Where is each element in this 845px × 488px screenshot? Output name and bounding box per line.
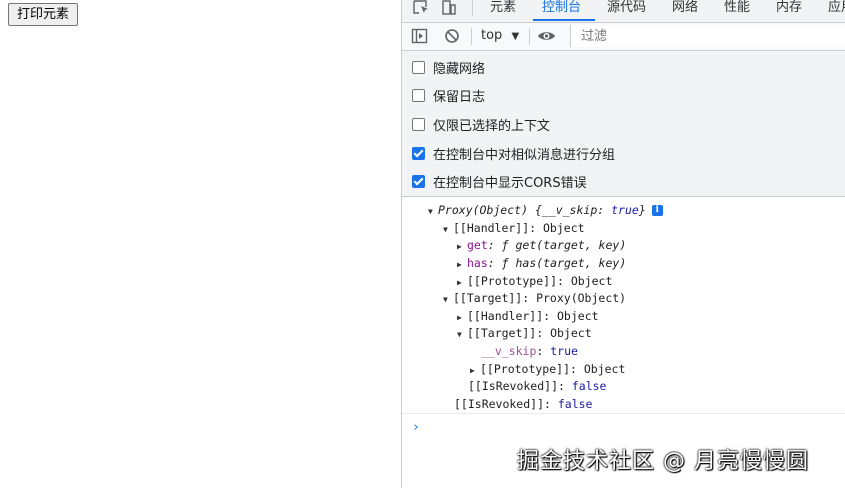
- filter-input[interactable]: [579, 28, 833, 45]
- device-toolbar-icon[interactable]: [440, 0, 458, 16]
- setting-label: 在控制台中显示CORS错误: [433, 175, 587, 191]
- setting-group-similar[interactable]: 在控制台中对相似消息进行分组: [412, 143, 615, 163]
- setting-show-cors-errors[interactable]: 在控制台中显示CORS错误: [412, 171, 587, 191]
- console-toolbar: top ▼: [402, 23, 845, 51]
- context-selector[interactable]: top ▼: [481, 28, 519, 43]
- context-label: top: [481, 28, 503, 43]
- console-settings-panel: 隐藏网络 保留日志 仅限已选择的上下文 在控制台中对相似消息进行分组 在控制台中…: [402, 51, 845, 197]
- inspect-element-icon[interactable]: [412, 0, 430, 16]
- tab-console[interactable]: 控制台: [542, 0, 581, 16]
- print-element-button[interactable]: 打印元素: [8, 3, 79, 26]
- tree-node-handler[interactable]: ▼ [[Handler]]: Object: [443, 219, 585, 237]
- filter-box: [570, 25, 845, 47]
- setting-label: 保留日志: [433, 89, 486, 105]
- tree-node-inner-isrevoked: [[IsRevoked]]: false: [468, 379, 607, 393]
- setting-hide-network[interactable]: 隐藏网络: [412, 57, 485, 77]
- tab-sources[interactable]: 源代码: [607, 0, 646, 16]
- tab-performance[interactable]: 性能: [724, 0, 750, 16]
- preserve-log-checkbox[interactable]: [412, 88, 425, 102]
- console-output: ▼ Proxy(Object) {__v_skip: true} i ▼ [[Hand…: [402, 197, 845, 414]
- devtools-tabbar: 元素 控制台 源代码 网络 性能 内存 应用: [402, 0, 845, 23]
- expanded-arrow-icon[interactable]: ▼: [457, 326, 467, 344]
- tree-node-isrevoked: [[IsRevoked]]: false: [454, 397, 593, 411]
- tree-node-inner-handler[interactable]: ▶ [[Handler]]: Object: [457, 307, 599, 325]
- selected-context-checkbox[interactable]: [412, 117, 425, 131]
- setting-label: 仅限已选择的上下文: [433, 118, 551, 134]
- tree-node-has[interactable]: ▶ has: ƒ has(target, key): [457, 254, 626, 272]
- expanded-arrow-icon[interactable]: ▼: [443, 291, 453, 309]
- tab-memory[interactable]: 内存: [776, 0, 802, 16]
- tree-node-prototype[interactable]: ▶ [[Prototype]]: Object: [457, 272, 612, 290]
- prompt-chevron-icon: ›: [412, 420, 420, 435]
- active-tab-indicator: [533, 19, 595, 21]
- hide-network-checkbox[interactable]: [412, 60, 425, 74]
- setting-label: 在控制台中对相似消息进行分组: [433, 147, 616, 163]
- tree-node-proxy[interactable]: ▼ Proxy(Object) {__v_skip: true} i: [428, 201, 663, 219]
- dropdown-arrow-icon: ▼: [511, 31, 520, 42]
- tree-node-inner-prototype[interactable]: ▶ [[Prototype]]: Object: [470, 360, 625, 378]
- tree-node-inner-target[interactable]: ▼ [[Target]]: Object: [457, 324, 592, 342]
- group-similar-checkbox[interactable]: [412, 146, 425, 160]
- expanded-arrow-icon[interactable]: ▼: [443, 221, 453, 239]
- expanded-arrow-icon[interactable]: ▼: [428, 203, 438, 221]
- watermark: 掘金技术社区 @ 月亮慢慢圆: [517, 449, 809, 474]
- setting-selected-context-only[interactable]: 仅限已选择的上下文: [412, 114, 550, 134]
- tab-application[interactable]: 应用: [828, 0, 845, 16]
- setting-preserve-log[interactable]: 保留日志: [412, 85, 485, 105]
- live-expression-eye-icon[interactable]: [537, 29, 556, 43]
- sidebar-toggle-icon[interactable]: [411, 28, 428, 44]
- clear-console-icon[interactable]: [444, 28, 460, 44]
- tab-network[interactable]: 网络: [672, 0, 698, 16]
- tree-node-v-skip: __v_skip: true: [481, 344, 578, 358]
- tab-elements[interactable]: 元素: [490, 0, 516, 16]
- tree-node-get[interactable]: ▶ get: ƒ get(target, key): [457, 236, 626, 254]
- info-icon[interactable]: i: [651, 205, 663, 216]
- devtools-panel: 元素 控制台 源代码 网络 性能 内存 应用 top ▼: [401, 0, 845, 488]
- setting-label: 隐藏网络: [433, 61, 486, 77]
- tree-node-target[interactable]: ▼ [[Target]]: Proxy(Object): [443, 289, 626, 307]
- cors-errors-checkbox[interactable]: [412, 174, 425, 188]
